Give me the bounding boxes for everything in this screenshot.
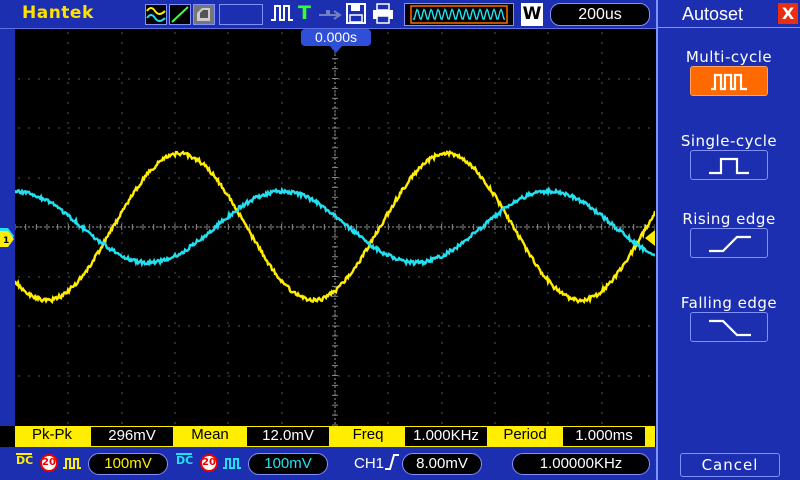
trigger-level[interactable]: 8.00mV: [402, 453, 482, 475]
single-cycle-button[interactable]: [690, 150, 768, 180]
single-pulse-icon: [691, 151, 769, 181]
meas-label-period: Period: [489, 426, 561, 447]
rising-edge-label: Rising edge: [658, 210, 800, 228]
status-bar: DC 20 100mV DC 20 100mV CH1 8.00mV 1.000…: [0, 447, 656, 480]
ch2-coupling[interactable]: DC: [176, 453, 193, 466]
multi-cycle-label: Multi-cycle: [658, 48, 800, 66]
memory-position-strip[interactable]: [404, 3, 514, 26]
vector-mode-icon[interactable]: [169, 4, 191, 25]
channel-marker-strip: 1: [0, 29, 15, 426]
falling-edge-label: Falling edge: [658, 294, 800, 312]
meas-value-mean: 12.0mV: [247, 427, 329, 446]
measurement-bar: Pk-Pk 296mV Mean 12.0mV Freq 1.000KHz Pe…: [15, 426, 655, 447]
trigger-level-marker: [645, 230, 655, 246]
frequency-counter: 1.00000KHz: [512, 453, 650, 475]
multi-pulse-icon: [691, 67, 769, 97]
multi-cycle-button[interactable]: [690, 66, 768, 96]
ch1-probe-icon: [62, 455, 82, 474]
ch2-volts-div[interactable]: 100mV: [248, 453, 328, 475]
rising-edge-icon: [691, 229, 769, 259]
usb-icon: [318, 6, 342, 28]
save-icon[interactable]: [346, 3, 366, 29]
ch2-probe-icon: [222, 455, 242, 474]
meas-label-pkpk: Pk-Pk: [19, 426, 85, 447]
rising-edge-button[interactable]: [690, 228, 768, 258]
top-toolbar: Hantek T W 200us: [0, 0, 656, 29]
ch1-volts-div[interactable]: 100mV: [88, 453, 168, 475]
falling-edge-button[interactable]: [690, 312, 768, 342]
trigger-t-icon[interactable]: T: [298, 2, 311, 24]
meas-label-freq: Freq: [333, 426, 403, 447]
svg-text:1: 1: [3, 236, 9, 246]
status-empty-box: [219, 4, 263, 25]
single-cycle-label: Single-cycle: [658, 132, 800, 150]
display-mode-icon[interactable]: [145, 4, 167, 25]
trigger-position-label[interactable]: 0.000s: [301, 29, 371, 46]
meas-value-freq: 1.000KHz: [405, 427, 487, 446]
meas-label-mean: Mean: [177, 426, 243, 447]
cancel-button[interactable]: Cancel: [680, 453, 780, 477]
ch1-coupling[interactable]: DC: [16, 453, 33, 466]
trigger-source[interactable]: CH1: [354, 455, 384, 472]
rising-slope-icon[interactable]: [384, 453, 400, 475]
meas-value-pkpk: 296mV: [91, 427, 173, 446]
acquire-mode-badge[interactable]: W: [521, 3, 543, 26]
waveform-display[interactable]: [15, 29, 655, 426]
falling-edge-icon: [691, 313, 769, 343]
trigger-position-arrow: [330, 46, 342, 53]
persistence-icon[interactable]: [193, 4, 215, 25]
timebase-readout[interactable]: 200us: [550, 3, 650, 26]
graticule: [15, 29, 655, 426]
meas-value-period: 1.000ms: [563, 427, 645, 446]
brand-logo: Hantek: [22, 3, 94, 23]
autoset-panel: Autoset X Multi-cycle Single-cycle Risin…: [656, 0, 800, 480]
run-pulse-icon[interactable]: [270, 2, 294, 29]
ch1-bw-limit-icon[interactable]: 20: [40, 454, 58, 472]
close-button[interactable]: X: [778, 3, 798, 24]
ch2-bw-limit-icon[interactable]: 20: [200, 454, 218, 472]
print-icon[interactable]: [372, 3, 394, 29]
